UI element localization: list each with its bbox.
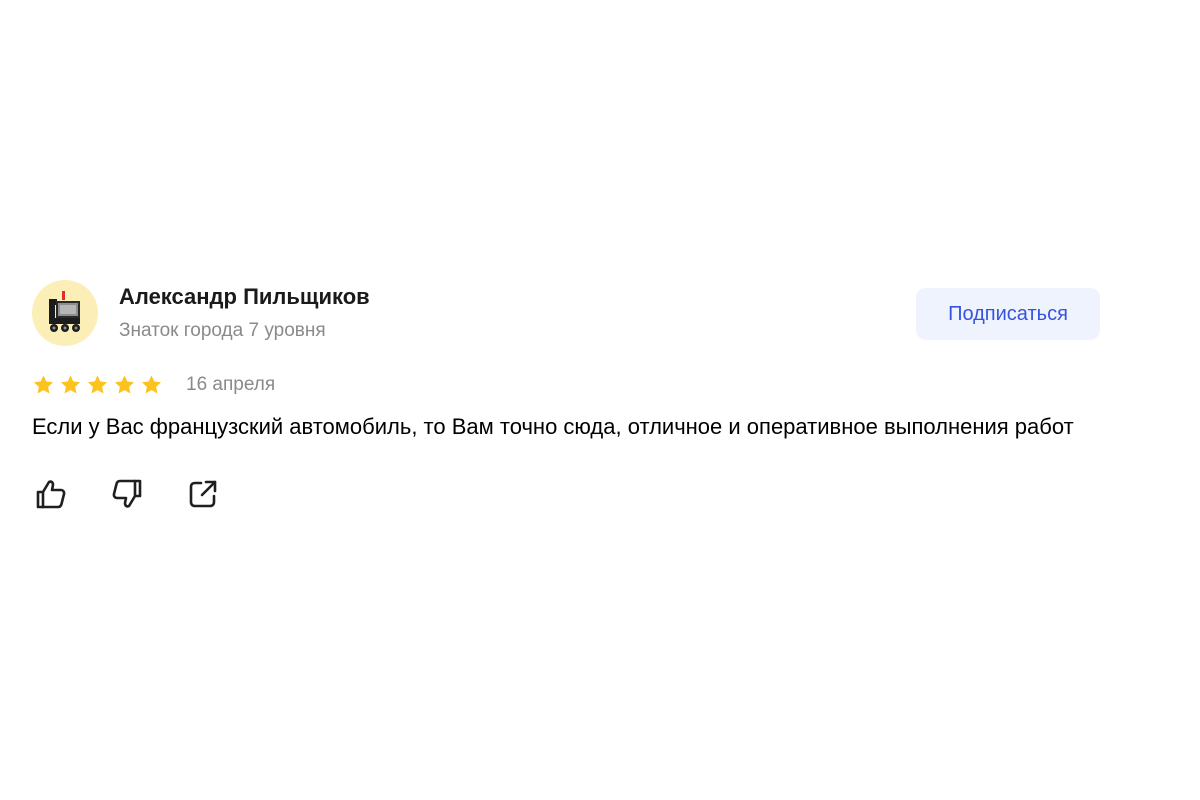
star-icon: [33, 375, 54, 394]
share-icon: [189, 480, 217, 508]
star-icon: [141, 375, 162, 394]
review-text: Если у Вас французский автомобиль, то Ва…: [32, 414, 1074, 439]
dislike-button[interactable]: [110, 477, 144, 511]
thumbs-up-icon: [36, 480, 66, 509]
author-level: Знаток города 7 уровня: [119, 320, 326, 341]
thumbs-down-icon: [112, 479, 142, 508]
star-icon: [60, 375, 81, 394]
like-button[interactable]: [34, 477, 68, 511]
share-button[interactable]: [186, 477, 220, 511]
review-header: Александр Пильщиков Знаток города 7 уров…: [32, 280, 1100, 348]
review-actions: [32, 477, 1100, 511]
star-icon: [87, 375, 108, 394]
review-date: 16 апреля: [186, 374, 276, 395]
rating-stars: [32, 374, 163, 396]
subscribe-button[interactable]: Подписаться: [916, 288, 1100, 340]
author-name[interactable]: Александр Пильщиков: [119, 284, 370, 310]
star-icon: [114, 375, 135, 394]
review-card: Александр Пильщиков Знаток города 7 уров…: [32, 280, 1100, 511]
avatar[interactable]: [32, 280, 98, 346]
review-meta: 16 апреля: [32, 374, 1100, 400]
steam-locomotive-icon: [49, 291, 80, 332]
